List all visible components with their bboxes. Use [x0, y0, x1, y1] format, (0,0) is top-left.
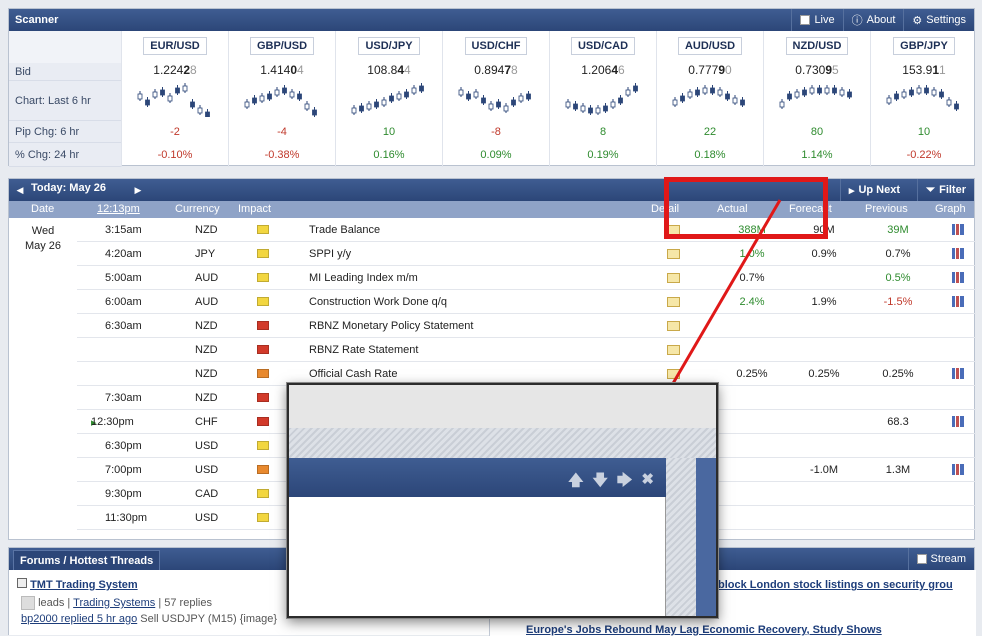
zoom-panel-body: [289, 497, 666, 616]
zoom-panel-header: 🡅 🡇 🡆 ✖: [289, 458, 666, 497]
arrow-up-icon[interactable]: 🡅: [568, 470, 583, 495]
close-icon[interactable]: ✖: [641, 470, 654, 495]
zoom-stripe: [289, 428, 716, 458]
zoom-stripe-right: [666, 458, 696, 616]
zoom-inset: 🡅 🡇 🡆 ✖: [287, 383, 718, 618]
zoom-adjacent-panel: [696, 458, 716, 616]
arrow-down-icon[interactable]: 🡇: [593, 470, 608, 495]
arrow-right-icon[interactable]: 🡆: [617, 470, 633, 495]
